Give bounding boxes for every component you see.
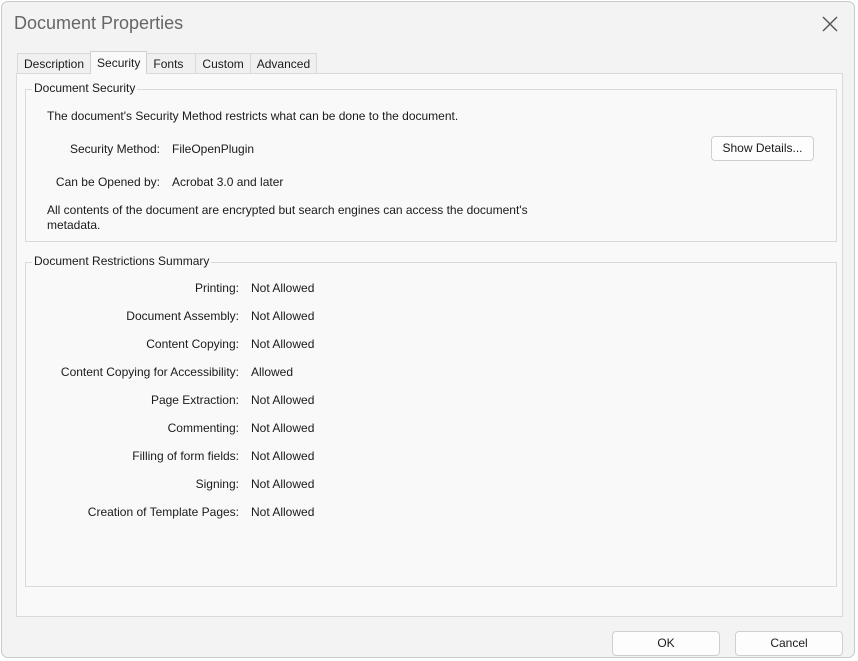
restriction-label: Signing: [195, 477, 239, 491]
restriction-value: Not Allowed [251, 309, 315, 323]
encryption-note-line1: All contents of the document are encrypt… [47, 203, 528, 217]
restriction-label: Printing: [194, 281, 239, 295]
document-security-group: Document Security The document's Securit… [25, 81, 837, 242]
restriction-value: Allowed [251, 365, 294, 379]
security-intro-text: The document's Security Method restricts… [47, 109, 459, 123]
restriction-value: Not Allowed [251, 477, 315, 491]
close-icon [822, 16, 838, 32]
restriction-value: Not Allowed [251, 337, 315, 351]
cancel-button[interactable]: Cancel [735, 631, 843, 656]
ok-button[interactable]: OK [612, 631, 720, 656]
encryption-note-line2: metadata. [47, 218, 101, 232]
close-button[interactable] [812, 8, 848, 40]
security-method-value: FileOpenPlugin [172, 142, 255, 156]
restriction-value: Not Allowed [251, 505, 315, 519]
restriction-label: Commenting: [167, 421, 239, 435]
dialog-title: Document Properties [14, 13, 184, 33]
opened-by-value: Acrobat 3.0 and later [172, 175, 284, 189]
tab-fonts[interactable]: Fonts [146, 53, 197, 74]
document-security-group-title: Document Security [32, 81, 138, 95]
tab-bar: Description Security Fonts Custom Advanc… [17, 51, 318, 74]
tab-custom[interactable]: Custom [195, 53, 251, 74]
tab-advanced[interactable]: Advanced [249, 53, 318, 74]
tab-security[interactable]: Security [90, 51, 148, 74]
restriction-label: Document Assembly: [126, 309, 239, 323]
restriction-value: Not Allowed [251, 449, 315, 463]
restrictions-summary-group: Document Restrictions Summary Printing: … [25, 254, 837, 587]
restriction-value: Not Allowed [251, 281, 315, 295]
restrictions-summary-group-title: Document Restrictions Summary [32, 254, 212, 268]
restriction-label: Page Extraction: [150, 393, 239, 407]
restriction-label: Content Copying: [146, 337, 239, 351]
restriction-label: Content Copying for Accessibility: [60, 365, 239, 379]
tab-description[interactable]: Description [17, 53, 92, 74]
restriction-label: Creation of Template Pages: [87, 505, 239, 519]
security-method-label: Security Method: [69, 142, 160, 156]
show-details-button[interactable]: Show Details... [711, 136, 814, 161]
restriction-value: Not Allowed [251, 421, 315, 435]
opened-by-label: Can be Opened by: [55, 175, 160, 189]
restriction-label: Filling of form fields: [132, 449, 239, 463]
restriction-value: Not Allowed [251, 393, 315, 407]
security-tab-panel: Document Security The document's Securit… [16, 73, 843, 617]
document-properties-dialog: Document Properties Description Security… [1, 1, 855, 658]
